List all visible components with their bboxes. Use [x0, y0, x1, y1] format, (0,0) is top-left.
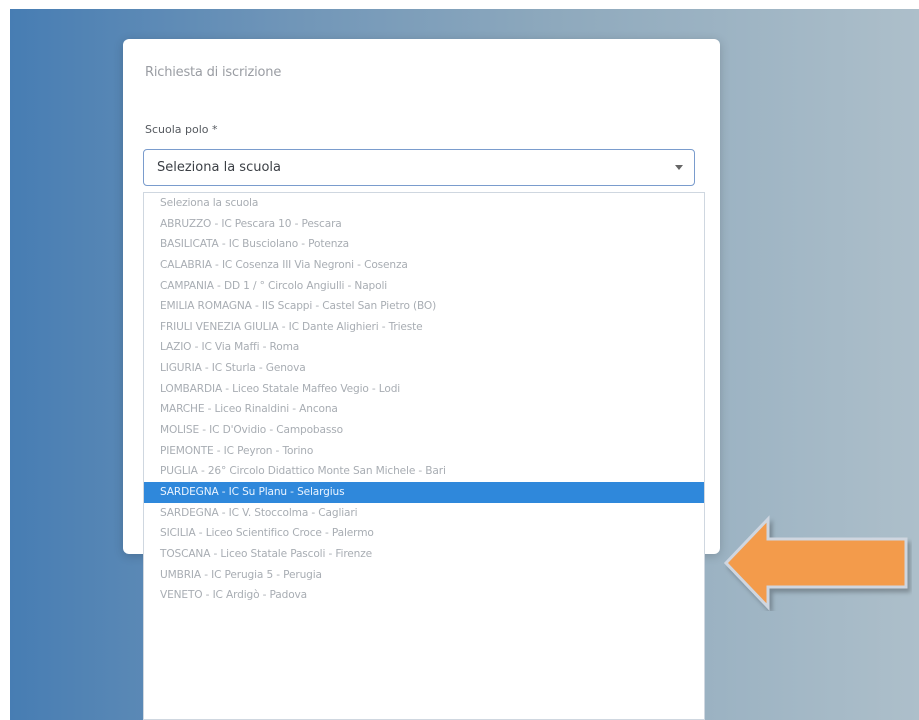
- dropdown-option[interactable]: PIEMONTE - IC Peyron - Torino: [144, 441, 704, 462]
- school-select-value: Seleziona la scuola: [157, 160, 281, 175]
- dropdown-option[interactable]: SICILIA - Liceo Scientifico Croce - Pale…: [144, 523, 704, 544]
- dropdown-option[interactable]: MARCHE - Liceo Rinaldini - Ancona: [144, 399, 704, 420]
- dropdown-option[interactable]: ABRUZZO - IC Pescara 10 - Pescara: [144, 214, 704, 235]
- chevron-down-icon[interactable]: [675, 165, 683, 170]
- dropdown-option[interactable]: CALABRIA - IC Cosenza III Via Negroni - …: [144, 255, 704, 276]
- dropdown-option-selected[interactable]: SARDEGNA - IC Su Planu - Selargius: [144, 481, 704, 503]
- screenshot: Richiesta di iscrizione Scuola polo * Se…: [0, 0, 919, 720]
- dropdown-option[interactable]: LOMBARDIA - Liceo Statale Maffeo Vegio -…: [144, 379, 704, 400]
- dropdown-option[interactable]: MOLISE - IC D'Ovidio - Campobasso: [144, 420, 704, 441]
- dropdown-option[interactable]: EMILIA ROMAGNA - IIS Scappi - Castel San…: [144, 296, 704, 317]
- dropdown-option[interactable]: FRIULI VENEZIA GIULIA - IC Dante Alighie…: [144, 317, 704, 338]
- school-dropdown-list[interactable]: Seleziona la scuola ABRUZZO - IC Pescara…: [143, 192, 705, 720]
- school-field-label: Scuola polo *: [145, 123, 218, 136]
- dropdown-option[interactable]: CAMPANIA - DD 1 / ° Circolo Angiulli - N…: [144, 276, 704, 297]
- dropdown-option[interactable]: UMBRIA - IC Perugia 5 - Perugia: [144, 565, 704, 586]
- dropdown-option[interactable]: PUGLIA - 26° Circolo Didattico Monte San…: [144, 461, 704, 482]
- dropdown-option[interactable]: LIGURIA - IC Sturla - Genova: [144, 358, 704, 379]
- dropdown-option[interactable]: SARDEGNA - IC V. Stoccolma - Cagliari: [144, 503, 704, 524]
- dropdown-option[interactable]: BASILICATA - IC Busciolano - Potenza: [144, 234, 704, 255]
- dropdown-option[interactable]: Seleziona la scuola: [144, 193, 704, 214]
- dropdown-option[interactable]: LAZIO - IC Via Maffi - Roma: [144, 337, 704, 358]
- card-title: Richiesta di iscrizione: [145, 65, 282, 80]
- dropdown-option[interactable]: VENETO - IC Ardigò - Padova: [144, 585, 704, 606]
- left-arrow-icon: [722, 515, 912, 611]
- dropdown-option[interactable]: TOSCANA - Liceo Statale Pascoli - Firenz…: [144, 544, 704, 565]
- school-select[interactable]: Seleziona la scuola: [143, 149, 695, 186]
